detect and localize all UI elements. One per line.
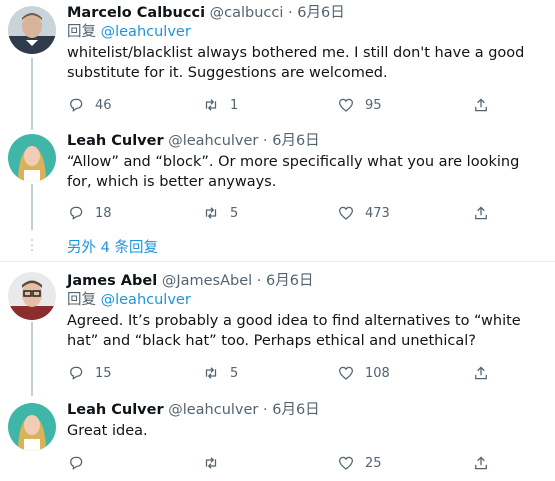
tweet-date[interactable]: 6月6日 xyxy=(272,402,319,418)
reply-button[interactable]: 46 xyxy=(67,95,112,115)
tweet[interactable]: Marcelo Calbucci @calbucci · 6月6日 回复 @le… xyxy=(0,0,555,125)
reply-icon xyxy=(70,366,83,380)
avatar[interactable] xyxy=(8,6,56,54)
retweet-count: 5 xyxy=(230,365,239,381)
share-icon xyxy=(475,366,487,380)
tweet-date[interactable]: 6月6日 xyxy=(266,273,313,289)
tweet-text: Great idea. xyxy=(67,423,148,439)
tweet-text: Agreed. It’s probably a good idea to fin… xyxy=(67,313,521,349)
like-button[interactable]: 108 xyxy=(337,363,390,383)
reply-icon xyxy=(70,206,83,220)
tweet-header: Leah Culver @leahculver · 6月6日 xyxy=(67,401,547,420)
tweet-actions: 15 5 108 xyxy=(67,363,555,383)
display-name[interactable]: James Abel xyxy=(67,273,157,289)
like-button[interactable]: 95 xyxy=(337,95,382,115)
reply-button[interactable]: 18 xyxy=(67,203,112,223)
separator-dot: · xyxy=(263,402,268,418)
reply-mention-link[interactable]: @leahculver xyxy=(101,292,191,308)
tweet-actions: 25 xyxy=(67,453,555,473)
reply-count: 15 xyxy=(95,365,112,381)
reply-icon xyxy=(70,456,83,470)
tweet-actions: 18 5 473 xyxy=(67,203,555,223)
user-handle[interactable]: @JamesAbel xyxy=(162,273,252,289)
more-replies-link[interactable]: 另外 4 条回复 xyxy=(67,236,158,257)
share-button[interactable] xyxy=(472,203,490,223)
like-icon xyxy=(338,98,354,112)
tweet[interactable]: Leah Culver @leahculver · 6月6日 Great ide… xyxy=(0,398,555,481)
retweet-icon xyxy=(205,99,217,111)
avatar[interactable] xyxy=(8,403,56,451)
tweet-date[interactable]: 6月6日 xyxy=(297,5,344,21)
retweet-icon xyxy=(205,457,217,469)
retweet-icon xyxy=(205,367,217,379)
like-icon xyxy=(338,456,354,470)
retweet-count: 5 xyxy=(230,205,239,221)
reply-mention-link[interactable]: @leahculver xyxy=(101,24,191,40)
like-icon xyxy=(338,206,354,220)
share-icon xyxy=(475,206,487,220)
tweet-text: “Allow” and “block”. Or more specificall… xyxy=(67,154,520,190)
share-icon xyxy=(475,98,487,112)
reply-icon xyxy=(70,98,83,112)
like-button[interactable]: 25 xyxy=(337,453,382,473)
user-handle[interactable]: @calbucci xyxy=(210,5,284,21)
tweet-header: Marcelo Calbucci @calbucci · 6月6日 xyxy=(67,4,547,23)
retweet-count: 1 xyxy=(230,97,239,113)
display-name[interactable]: Leah Culver xyxy=(67,133,164,149)
tweet-header: James Abel @JamesAbel · 6月6日 xyxy=(67,272,547,291)
share-icon xyxy=(475,456,487,470)
user-handle[interactable]: @leahculver xyxy=(168,133,258,149)
display-name[interactable]: Marcelo Calbucci xyxy=(67,5,205,21)
reply-count: 46 xyxy=(95,97,112,113)
like-count: 25 xyxy=(365,455,382,471)
tweet[interactable]: Leah Culver @leahculver · 6月6日 “Allow” a… xyxy=(0,130,555,230)
reply-context: 回复 @leahculver xyxy=(67,291,547,310)
retweet-button[interactable]: 5 xyxy=(202,203,238,223)
user-handle[interactable]: @leahculver xyxy=(168,402,258,418)
like-button[interactable]: 473 xyxy=(337,203,390,223)
retweet-button[interactable]: 5 xyxy=(202,363,238,383)
share-button[interactable] xyxy=(472,453,490,473)
retweet-button[interactable] xyxy=(202,453,230,473)
separator-dot: · xyxy=(263,133,268,149)
tweet-header: Leah Culver @leahculver · 6月6日 xyxy=(67,132,547,151)
like-count: 95 xyxy=(365,97,382,113)
reply-prefix: 回复 xyxy=(67,292,96,308)
reply-prefix: 回复 xyxy=(67,24,96,40)
display-name[interactable]: Leah Culver xyxy=(67,402,164,418)
share-button[interactable] xyxy=(472,363,490,383)
reply-button[interactable]: 15 xyxy=(67,363,112,383)
divider xyxy=(0,261,555,262)
share-button[interactable] xyxy=(472,95,490,115)
like-count: 473 xyxy=(365,205,390,221)
like-count: 108 xyxy=(365,365,390,381)
tweet-text: whitelist/blacklist always bothered me. … xyxy=(67,45,525,81)
tweet-date[interactable]: 6月6日 xyxy=(272,133,319,149)
retweet-icon xyxy=(205,207,217,219)
like-icon xyxy=(338,366,354,380)
tweet[interactable]: James Abel @JamesAbel · 6月6日 回复 @leahcul… xyxy=(0,268,555,393)
reply-count: 18 xyxy=(95,205,112,221)
reply-button[interactable] xyxy=(67,453,95,473)
more-replies-dots xyxy=(29,239,35,254)
separator-dot: · xyxy=(288,5,293,21)
avatar[interactable] xyxy=(8,134,56,182)
avatar[interactable] xyxy=(8,272,56,320)
retweet-button[interactable]: 1 xyxy=(202,95,238,115)
tweet-actions: 46 1 95 xyxy=(67,95,555,115)
reply-context: 回复 @leahculver xyxy=(67,23,547,42)
separator-dot: · xyxy=(256,273,262,289)
